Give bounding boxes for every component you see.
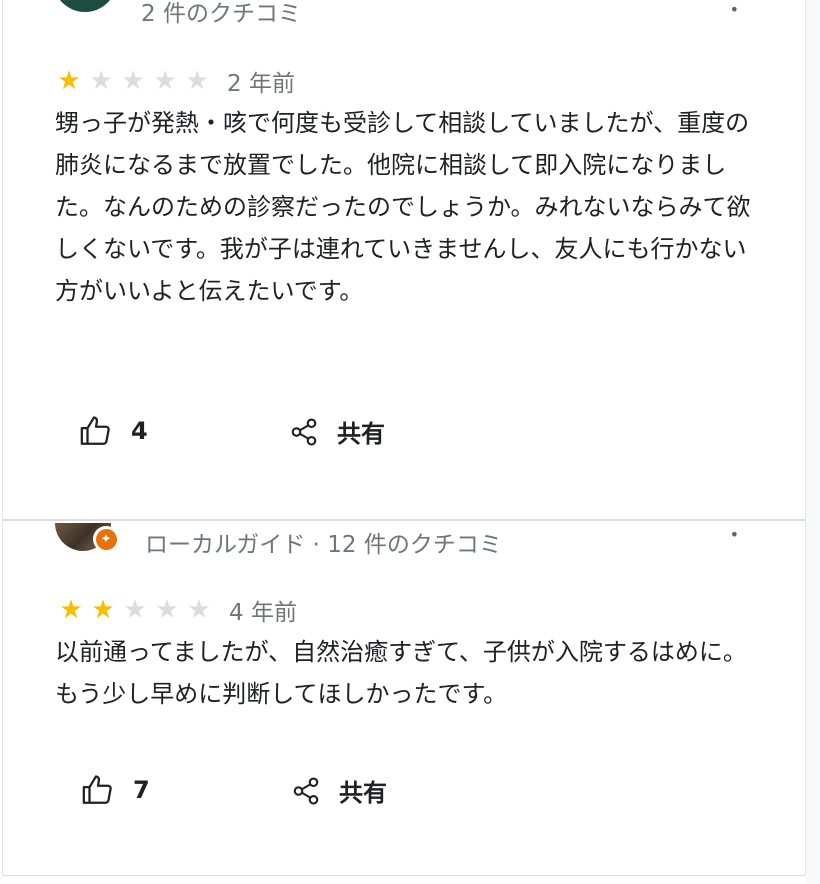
- review-card: ﾂﾊ 2 件のクチコミ • ★ ★ ★ ★ ★ 2 年前 甥っ子が発熱・咳で何度…: [2, 0, 806, 520]
- like-count: 4: [131, 417, 148, 445]
- star-icon: ★: [123, 595, 147, 625]
- reviewer-meta[interactable]: ローカルガイド · 12 件のクチコミ: [145, 525, 502, 559]
- share-icon: [291, 776, 321, 806]
- star-icon: ★: [153, 66, 177, 96]
- star-icon: ★: [57, 66, 81, 96]
- reviewer-meta[interactable]: 2 件のクチコミ: [141, 0, 301, 28]
- star-icon: ★: [91, 595, 115, 625]
- thumb-up-icon: [81, 773, 115, 807]
- thumb-up-icon: [79, 414, 113, 448]
- star-icon: ★: [185, 66, 209, 96]
- review-date: 2 年前: [227, 71, 295, 97]
- local-guide-badge-icon: ✦: [93, 526, 119, 552]
- share-label: 共有: [339, 779, 387, 807]
- scroll-gutter: [806, 0, 820, 884]
- star-icon: ★: [155, 595, 179, 625]
- star-icon: ★: [187, 595, 211, 625]
- rating-row: ★ ★ ★ ★ ★ 4 年前: [55, 593, 297, 627]
- share-button[interactable]: 共有: [289, 414, 385, 449]
- star-icon: ★: [121, 66, 145, 96]
- share-icon: [289, 417, 319, 447]
- like-button[interactable]: 4: [79, 414, 148, 448]
- review-date: 4 年前: [229, 600, 297, 626]
- like-button[interactable]: 7: [81, 773, 150, 807]
- share-button[interactable]: 共有: [291, 773, 387, 808]
- like-count: 7: [133, 776, 150, 804]
- review-card: ✦ ローカルガイド · 12 件のクチコミ • ★ ★ ★ ★ ★ 4 年前 以…: [2, 520, 806, 876]
- rating-row: ★ ★ ★ ★ ★ 2 年前: [53, 64, 295, 98]
- star-icon: ★: [59, 595, 83, 625]
- more-options-icon[interactable]: •: [730, 2, 739, 18]
- review-text: 以前通ってましたが、自然治癒すぎて、子供が入院するはめに。もう少し早めに判断して…: [55, 638, 747, 708]
- star-icon: ★: [89, 66, 113, 96]
- more-options-icon[interactable]: •: [730, 527, 739, 543]
- avatar-initial: ﾂﾊ: [63, 0, 83, 5]
- review-text: 甥っ子が発熱・咳で何度も受診して相談していましたが、重度の肺炎になるまで放置でし…: [55, 109, 751, 305]
- reviewer-avatar[interactable]: ﾂﾊ: [53, 0, 117, 12]
- share-label: 共有: [337, 420, 385, 448]
